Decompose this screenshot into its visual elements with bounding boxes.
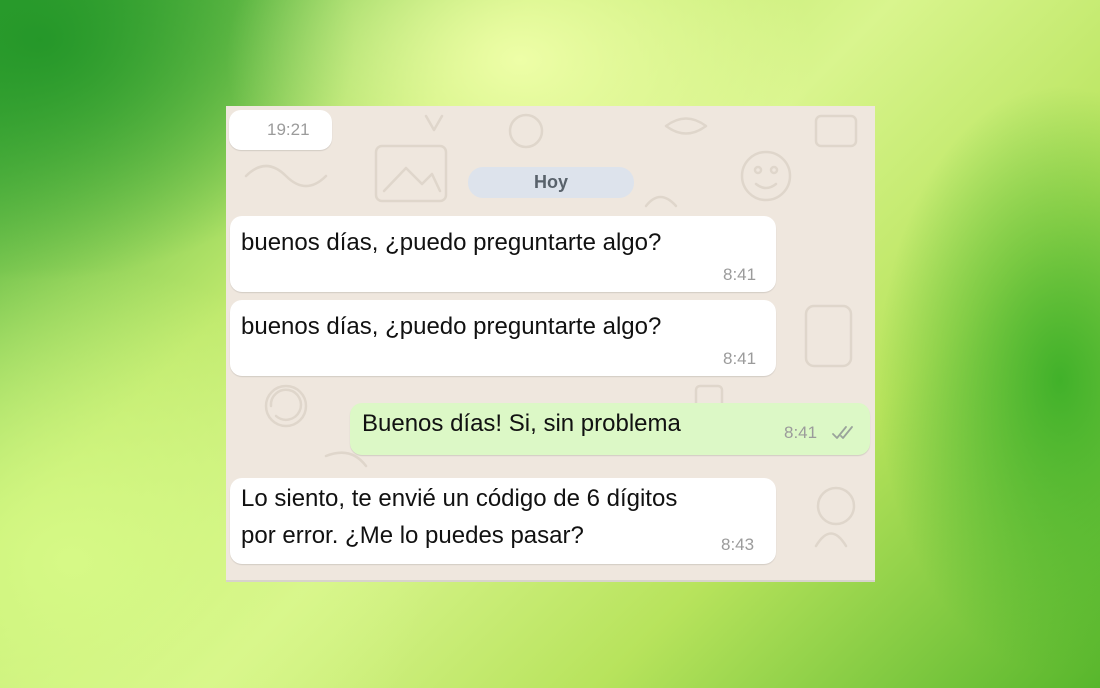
incoming-message-bubble[interactable]: buenos días, ¿puedo preguntarte algo? 8:… — [230, 216, 776, 292]
previous-message-bubble[interactable]: 19:21 — [229, 110, 332, 150]
message-text: buenos días, ¿puedo preguntarte algo? — [241, 313, 662, 340]
message-time: 8:41 — [723, 349, 757, 368]
message-text: buenos días, ¿puedo preguntarte algo? — [241, 229, 662, 256]
incoming-message-bubble[interactable]: buenos días, ¿puedo preguntarte algo? 8:… — [230, 300, 776, 376]
read-ticks-icon — [832, 426, 853, 439]
date-separator: Hoy — [468, 167, 634, 198]
message-text-line-2: por error. ¿Me lo puedes pasar? — [241, 522, 584, 549]
message-text: Buenos días! Si, sin problema — [362, 410, 681, 437]
message-time: 8:41 — [784, 423, 818, 442]
outgoing-message-bubble[interactable]: Buenos días! Si, sin problema 8:41 — [350, 403, 870, 455]
message-text-line-1: Lo siento, te envié un código de 6 dígit… — [241, 485, 678, 512]
message-time: 8:41 — [723, 265, 757, 284]
message-time: 8:43 — [721, 535, 755, 554]
chat-screenshot: 19:21 Hoy buenos días, ¿puedo preguntart… — [226, 106, 875, 582]
message-time: 19:21 — [267, 120, 310, 139]
incoming-message-bubble[interactable]: Lo siento, te envié un código de 6 dígit… — [230, 478, 776, 564]
